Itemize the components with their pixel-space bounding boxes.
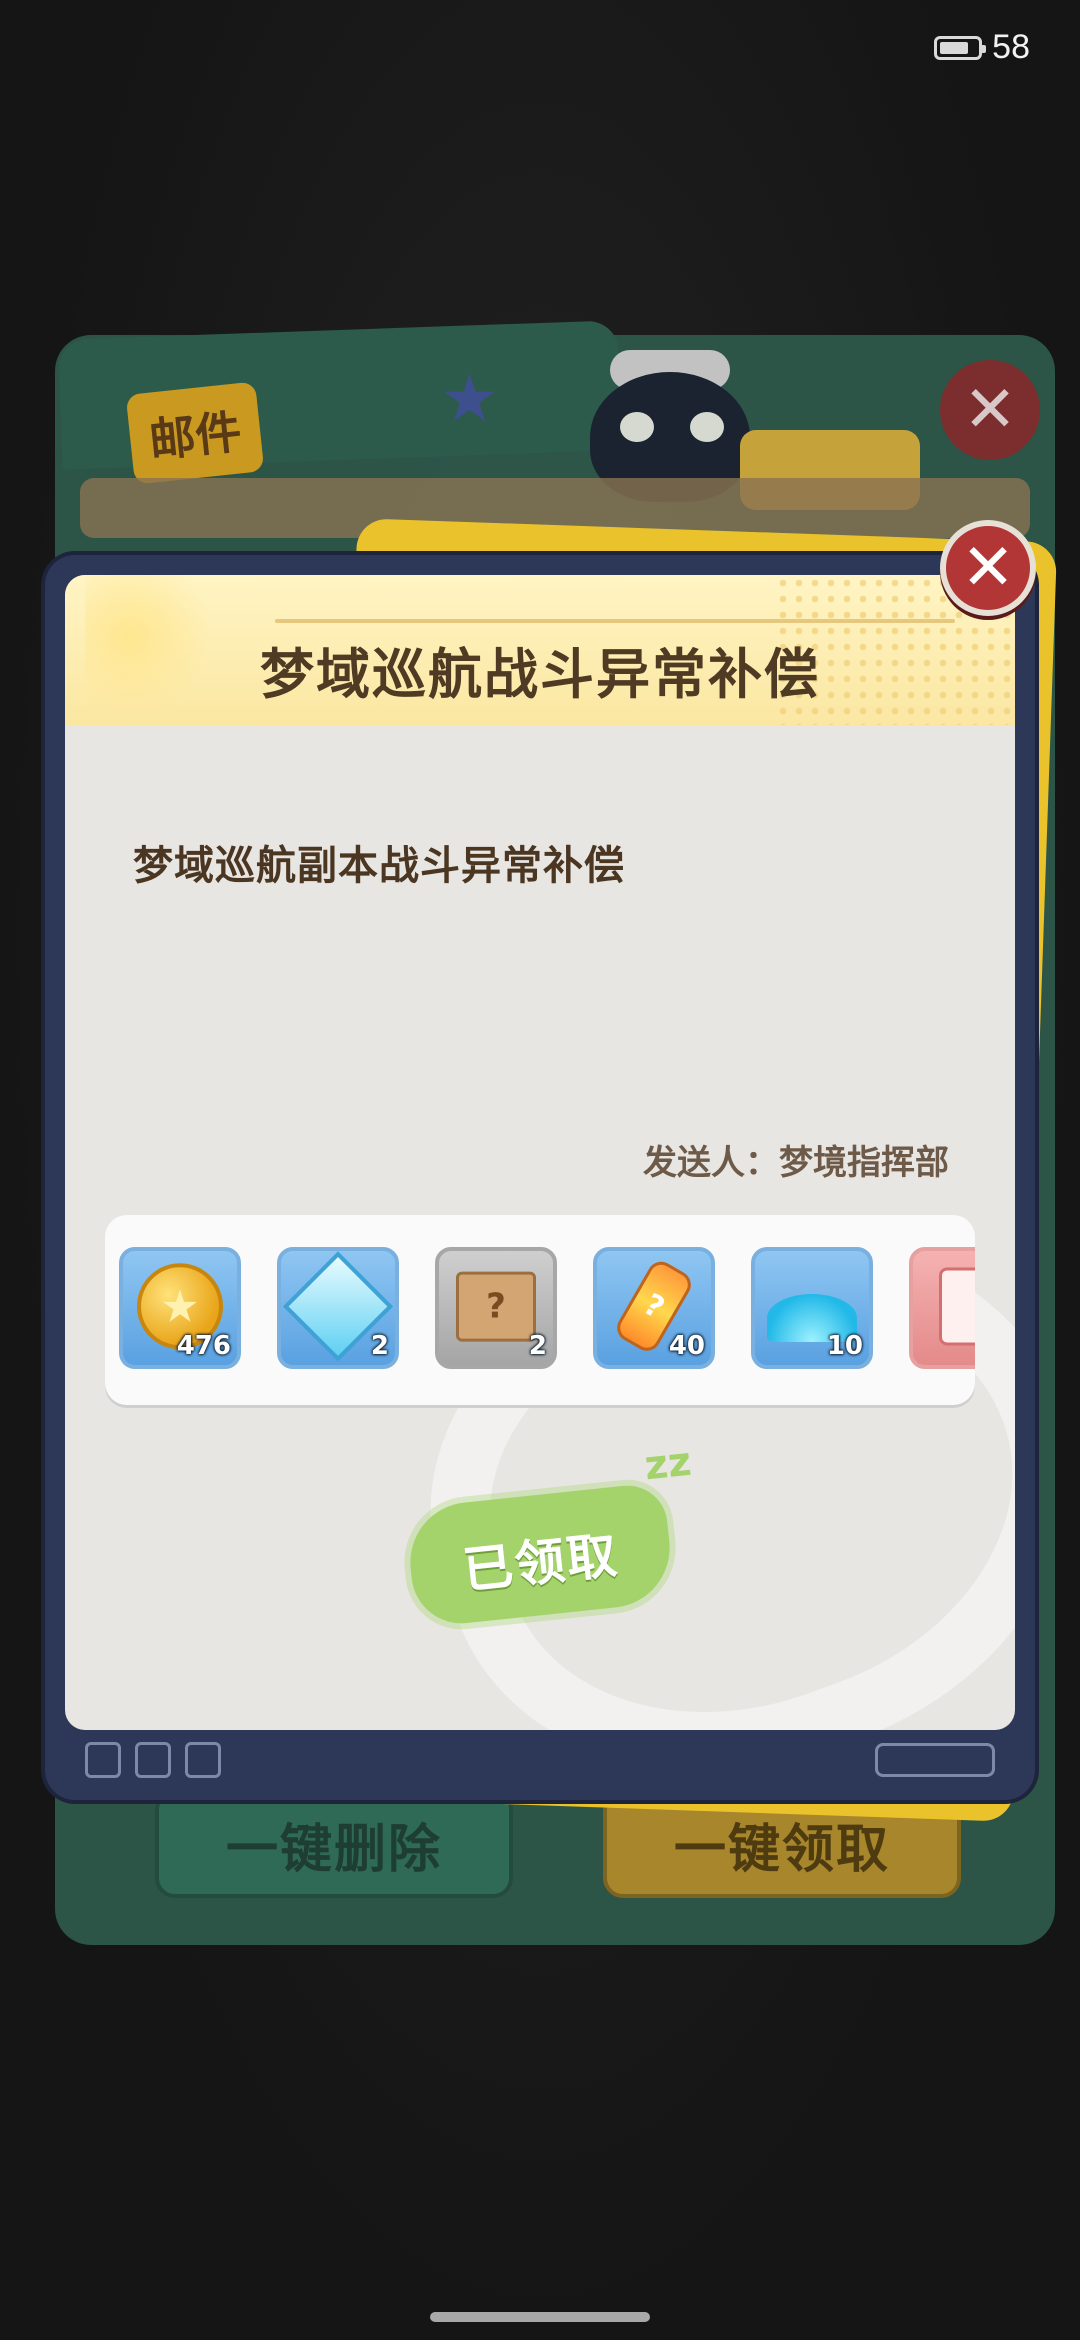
close-popup-button[interactable]: ✕ — [940, 520, 1036, 616]
reward-quantity: 2 — [528, 1331, 547, 1361]
mail-detail-popup: 梦域巡航战斗异常补偿 梦域巡航副本战斗异常补偿 发送人：梦境指挥部 ★ 476 … — [45, 555, 1035, 1800]
pink-card-icon — [939, 1267, 975, 1346]
reward-item[interactable]: 10 — [751, 1247, 873, 1369]
reward-item[interactable]: ? 40 — [593, 1247, 715, 1369]
status-bar: 58 — [934, 28, 1030, 67]
mail-body: 梦域巡航副本战斗异常补偿 — [133, 843, 625, 889]
reward-item[interactable] — [909, 1247, 975, 1369]
sender-name: 梦境指挥部 — [779, 1143, 949, 1183]
star-decoration-icon: ★ — [440, 360, 500, 437]
reward-quantity: 10 — [826, 1331, 863, 1361]
sender-label: 发送人： — [643, 1143, 779, 1183]
popup-footer — [65, 1738, 1015, 1782]
checker-decoration-icon — [135, 1742, 171, 1778]
reward-quantity: 476 — [176, 1331, 231, 1361]
popup-title: 梦域巡航战斗异常补偿 — [260, 643, 820, 706]
title-band: 梦域巡航战斗异常补偿 — [65, 575, 1015, 725]
footer-icons — [85, 1742, 221, 1778]
reward-item[interactable]: ★ 476 — [119, 1247, 241, 1369]
arrow-decoration-icon — [85, 1742, 121, 1778]
delete-all-button: 一键删除 — [155, 1790, 513, 1898]
globe-decoration-icon — [875, 1743, 995, 1777]
close-icon: ✕ — [961, 531, 1015, 605]
mail-tab: 邮件 — [125, 381, 265, 485]
home-indicator[interactable] — [430, 2312, 650, 2322]
reward-quantity: 2 — [370, 1331, 389, 1361]
battery-icon — [934, 35, 987, 60]
sleep-zz-icon: zz — [642, 1438, 694, 1490]
mystery-box-icon: ? — [456, 1271, 536, 1342]
popup-content: 梦域巡航战斗异常补偿 梦域巡航副本战斗异常补偿 发送人：梦境指挥部 ★ 476 … — [65, 575, 1015, 1730]
reward-quantity: 40 — [668, 1331, 705, 1361]
reward-row: ★ 476 2 ? 2 ? 40 10 — [119, 1247, 975, 1369]
sender-line: 发送人：梦境指挥部 — [643, 1135, 949, 1184]
club-decoration-icon — [185, 1742, 221, 1778]
battery-level: 58 — [992, 28, 1030, 66]
reward-list[interactable]: ★ 476 2 ? 2 ? 40 10 — [105, 1215, 975, 1405]
reward-item[interactable]: ? 2 — [435, 1247, 557, 1369]
mail-close-icon: ✕ — [940, 360, 1040, 460]
reward-item[interactable]: 2 — [277, 1247, 399, 1369]
